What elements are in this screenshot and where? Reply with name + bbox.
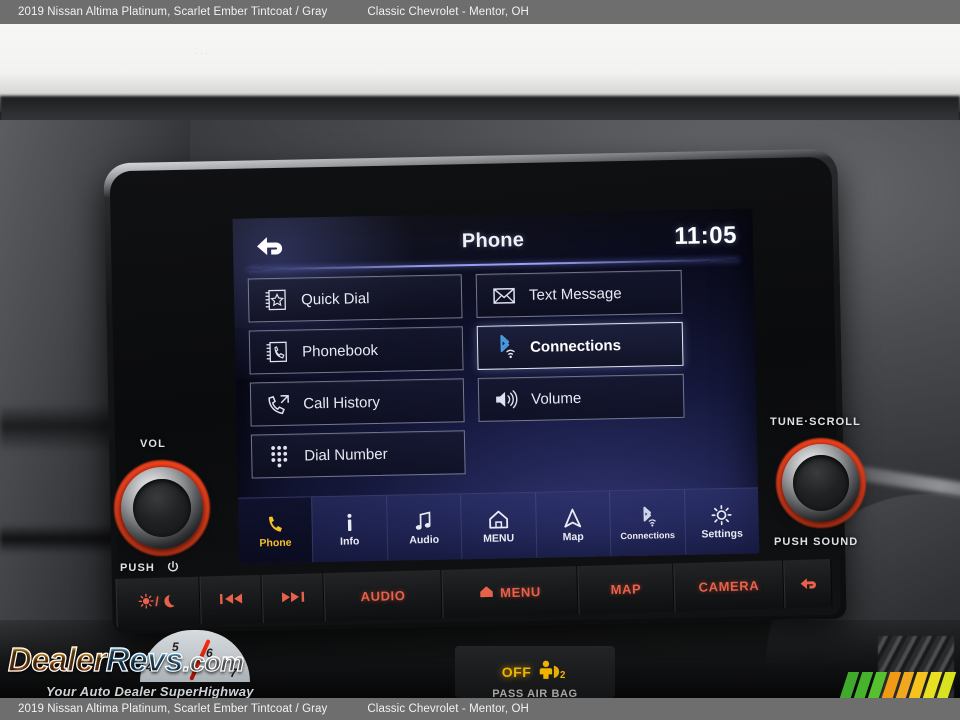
passenger-airbag-icon: 2 [538, 659, 568, 686]
color-bars-decoration [839, 672, 957, 698]
dial-pad-icon [266, 443, 293, 470]
logo-com-text: .com [182, 646, 245, 677]
volume-knob-cap[interactable] [133, 479, 191, 537]
dealer-name-bottom: Classic Chevrolet - Mentor, OH [367, 703, 529, 715]
airbag-caption: PASS AIR BAG [492, 688, 578, 698]
navigation-arrow-icon [562, 506, 584, 528]
passenger-airbag-indicator: OFF 2 PASS AIR BAG [455, 646, 615, 698]
screen-nav-bar: Phone Info Audio MENU Map Connections Se… [238, 487, 760, 564]
bluetooth-wifi-icon [492, 334, 519, 361]
svg-text:/: / [155, 593, 160, 608]
back-arrow-icon [797, 573, 820, 595]
hw-button-label: AUDIO [360, 587, 406, 604]
nav-label: Audio [409, 533, 440, 546]
screenshot-root: 2019 Nissan Altima Platinum, Scarlet Emb… [0, 0, 960, 720]
nav-label: Phone [259, 536, 292, 549]
home-icon [479, 584, 494, 601]
infotainment-screen[interactable]: Phone 11:05 [232, 208, 760, 564]
tune-scroll-knob-assembly: TUNE·SCROLL PUSH SOUND [752, 416, 902, 576]
hw-button-next-track[interactable] [261, 573, 325, 623]
phone-handset-icon [264, 512, 286, 534]
tune-knob-cap[interactable] [793, 455, 849, 511]
dealerrevs-watermark: 4 5 6 7 DealerRevs.com Your Auto Dealer … [7, 630, 276, 698]
nav-item-connections[interactable]: Connections [610, 489, 686, 557]
nav-label: Info [339, 534, 360, 548]
hw-button-brightness[interactable]: / [115, 576, 201, 627]
nav-item-phone[interactable]: Phone [238, 497, 314, 564]
listing-bar-bottom: 2019 Nissan Altima Platinum, Scarlet Emb… [0, 698, 960, 720]
airbag-state: OFF [501, 664, 532, 680]
nav-item-menu[interactable]: MENU [461, 492, 537, 560]
vehicle-title-top: 2019 Nissan Altima Platinum, Scarlet Emb… [18, 6, 328, 18]
speaker-icon [493, 386, 520, 413]
logo-revs-text: Revs [105, 640, 184, 678]
tile-connections[interactable]: Connections [476, 321, 684, 370]
home-icon [487, 508, 509, 530]
tile-volume[interactable]: Volume [477, 373, 685, 422]
dealerrevs-logo: DealerRevs.com [7, 640, 276, 682]
hw-button-label: MENU [499, 583, 542, 600]
music-note-icon [413, 509, 435, 531]
info-icon [338, 511, 360, 533]
next-track-icon [280, 589, 306, 607]
nav-label: MENU [483, 531, 515, 545]
hw-button-label: CAMERA [698, 577, 760, 595]
hw-button-menu[interactable]: MENU [441, 566, 579, 618]
bluetooth-wifi-icon [636, 506, 658, 528]
tile-dial-number[interactable]: Dial Number [250, 430, 466, 479]
nav-item-audio[interactable]: Audio [386, 494, 463, 561]
logo-tagline: Your Auto Dealer SuperHighway [46, 684, 254, 698]
nav-item-map[interactable]: Map [535, 491, 612, 558]
hw-button-camera[interactable]: CAMERA [673, 560, 785, 612]
power-icon [166, 560, 180, 579]
vehicle-interior-photo: ··· ··· ··· ··· Phone 11:05 [0, 24, 960, 698]
volume-knob-top-label: VOL [140, 438, 166, 450]
tile-label: Connections [529, 336, 622, 356]
volume-knob-bottom-label: PUSH [120, 562, 155, 574]
tile-label: Volume [530, 389, 582, 408]
logo-dealer-text: Dealer [7, 640, 107, 678]
dust-speck: ··· [195, 48, 210, 58]
previous-track-icon [218, 591, 244, 609]
listing-bar-top: 2019 Nissan Altima Platinum, Scarlet Emb… [0, 0, 960, 24]
phonebook-icon [264, 339, 291, 366]
tile-call-history[interactable]: Call History [249, 378, 465, 427]
hw-button-audio[interactable]: AUDIO [323, 569, 443, 622]
brightness-day-night-icon: / [138, 592, 179, 612]
nav-label: Connections [620, 529, 676, 541]
svg-text:2: 2 [560, 669, 565, 680]
tile-label: Phonebook [302, 341, 379, 360]
nav-label: Map [562, 530, 584, 543]
hw-button-map[interactable]: MAP [577, 563, 675, 615]
nav-item-settings[interactable]: Settings [685, 488, 760, 554]
tile-label: Call History [303, 393, 381, 412]
tune-knob-top-label: TUNE·SCROLL [770, 416, 861, 428]
hw-button-label: MAP [610, 580, 642, 597]
call-history-icon [265, 391, 292, 418]
hw-button-previous-track[interactable] [199, 574, 263, 625]
dealer-name-top: Classic Chevrolet - Mentor, OH [367, 6, 529, 18]
vehicle-title-bottom: 2019 Nissan Altima Platinum, Scarlet Emb… [18, 703, 328, 715]
tile-label: Dial Number [304, 445, 388, 464]
gear-icon [711, 503, 733, 525]
nav-label: Settings [701, 527, 743, 540]
tile-phonebook[interactable]: Phonebook [248, 326, 464, 375]
hw-button-back[interactable] [783, 559, 833, 609]
nav-item-info[interactable]: Info [312, 495, 388, 563]
tune-knob-bottom-label: PUSH SOUND [774, 536, 859, 548]
